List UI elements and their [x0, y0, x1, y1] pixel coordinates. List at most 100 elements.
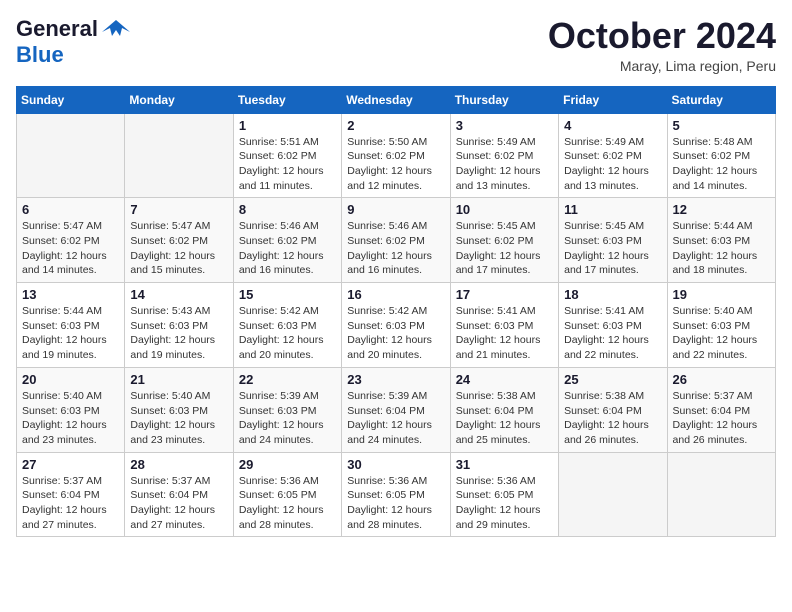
- calendar-cell: 16 Sunrise: 5:42 AMSunset: 6:03 PMDayligh…: [342, 283, 450, 368]
- calendar-cell: 7 Sunrise: 5:47 AMSunset: 6:02 PMDaylight…: [125, 198, 233, 283]
- day-number: 23: [347, 372, 444, 387]
- calendar-cell: 31 Sunrise: 5:36 AMSunset: 6:05 PMDayligh…: [450, 452, 558, 537]
- calendar-cell: 17Sunrise: 5:41 AMSunset: 6:03 PMDayligh…: [450, 283, 558, 368]
- day-number: 12: [673, 202, 770, 217]
- day-info: Sunrise: 5:38 AMSunset: 6:04 PMDaylight:…: [564, 389, 661, 448]
- calendar-cell: 10Sunrise: 5:45 AMSunset: 6:02 PMDayligh…: [450, 198, 558, 283]
- day-number: 21: [130, 372, 227, 387]
- day-number: 27: [22, 457, 119, 472]
- day-info: Sunrise: 5:39 AMSunset: 6:03 PMDaylight:…: [239, 389, 336, 448]
- day-number: 31: [456, 457, 553, 472]
- calendar-cell: 23 Sunrise: 5:39 AMSunset: 6:04 PMDayligh…: [342, 367, 450, 452]
- day-info: Sunrise: 5:37 AMSunset: 6:04 PMDaylight:…: [22, 474, 119, 533]
- calendar-cell: 9 Sunrise: 5:46 AMSunset: 6:02 PMDaylight…: [342, 198, 450, 283]
- calendar-cell: 2 Sunrise: 5:50 AMSunset: 6:02 PMDaylight…: [342, 113, 450, 198]
- day-info: Sunrise: 5:45 AMSunset: 6:03 PMDaylight:…: [564, 219, 661, 278]
- day-number: 19: [673, 287, 770, 302]
- calendar-cell: 1 Sunrise: 5:51 AMSunset: 6:02 PMDaylight…: [233, 113, 341, 198]
- day-info: Sunrise: 5:48 AMSunset: 6:02 PMDaylight:…: [673, 135, 770, 194]
- calendar-week-row: 1 Sunrise: 5:51 AMSunset: 6:02 PMDaylight…: [17, 113, 776, 198]
- weekday-header-friday: Friday: [559, 86, 667, 113]
- page-header: General Blue October 2024 Maray, Lima re…: [16, 16, 776, 74]
- day-number: 9: [347, 202, 444, 217]
- day-info: Sunrise: 5:46 AMSunset: 6:02 PMDaylight:…: [347, 219, 444, 278]
- calendar-cell: 21 Sunrise: 5:40 AMSunset: 6:03 PMDayligh…: [125, 367, 233, 452]
- day-number: 7: [130, 202, 227, 217]
- day-info: Sunrise: 5:43 AMSunset: 6:03 PMDaylight:…: [130, 304, 227, 363]
- day-info: Sunrise: 5:36 AMSunset: 6:05 PMDaylight:…: [239, 474, 336, 533]
- day-info: Sunrise: 5:47 AMSunset: 6:02 PMDaylight:…: [22, 219, 119, 278]
- day-number: 13: [22, 287, 119, 302]
- day-info: Sunrise: 5:42 AMSunset: 6:03 PMDaylight:…: [239, 304, 336, 363]
- calendar-cell: 4Sunrise: 5:49 AMSunset: 6:02 PMDaylight…: [559, 113, 667, 198]
- day-info: Sunrise: 5:42 AMSunset: 6:03 PMDaylight:…: [347, 304, 444, 363]
- day-number: 29: [239, 457, 336, 472]
- day-info: Sunrise: 5:36 AMSunset: 6:05 PMDaylight:…: [347, 474, 444, 533]
- calendar-cell: 8Sunrise: 5:46 AMSunset: 6:02 PMDaylight…: [233, 198, 341, 283]
- calendar-cell: 19 Sunrise: 5:40 AMSunset: 6:03 PMDayligh…: [667, 283, 775, 368]
- day-info: Sunrise: 5:51 AMSunset: 6:02 PMDaylight:…: [239, 135, 336, 194]
- calendar-table: SundayMondayTuesdayWednesdayThursdayFrid…: [16, 86, 776, 538]
- day-info: Sunrise: 5:39 AMSunset: 6:04 PMDaylight:…: [347, 389, 444, 448]
- day-info: Sunrise: 5:44 AMSunset: 6:03 PMDaylight:…: [22, 304, 119, 363]
- day-number: 3: [456, 118, 553, 133]
- logo-bird-icon: [102, 18, 130, 40]
- day-number: 6: [22, 202, 119, 217]
- day-info: Sunrise: 5:37 AMSunset: 6:04 PMDaylight:…: [673, 389, 770, 448]
- calendar-cell: 12Sunrise: 5:44 AMSunset: 6:03 PMDayligh…: [667, 198, 775, 283]
- weekday-header-sunday: Sunday: [17, 86, 125, 113]
- logo-general: General: [16, 16, 98, 42]
- logo-blue: Blue: [16, 42, 64, 67]
- day-info: Sunrise: 5:41 AMSunset: 6:03 PMDaylight:…: [564, 304, 661, 363]
- month-title: October 2024: [548, 16, 776, 56]
- calendar-cell: [125, 113, 233, 198]
- calendar-cell: 20Sunrise: 5:40 AMSunset: 6:03 PMDayligh…: [17, 367, 125, 452]
- day-info: Sunrise: 5:40 AMSunset: 6:03 PMDaylight:…: [130, 389, 227, 448]
- calendar-cell: [667, 452, 775, 537]
- weekday-header-wednesday: Wednesday: [342, 86, 450, 113]
- weekday-header-saturday: Saturday: [667, 86, 775, 113]
- day-number: 1: [239, 118, 336, 133]
- calendar-week-row: 20 Sunrise: 5:40 AMSunset: 6:03 PMDayligh…: [17, 367, 776, 452]
- day-info: Sunrise: 5:37 AMSunset: 6:04 PMDaylight:…: [130, 474, 227, 533]
- weekday-header-monday: Monday: [125, 86, 233, 113]
- calendar-cell: 25 Sunrise: 5:38 AMSunset: 6:04 PMDayligh…: [559, 367, 667, 452]
- calendar-cell: 3Sunrise: 5:49 AMSunset: 6:02 PMDaylight…: [450, 113, 558, 198]
- calendar-cell: 15Sunrise: 5:42 AMSunset: 6:03 PMDayligh…: [233, 283, 341, 368]
- calendar-cell: 29 Sunrise: 5:36 AMSunset: 6:05 PMDayligh…: [233, 452, 341, 537]
- calendar-cell: 5 Sunrise: 5:48 AMSunset: 6:02 PMDaylight…: [667, 113, 775, 198]
- calendar-week-row: 13 Sunrise: 5:44 AMSunset: 6:03 PMDayligh…: [17, 283, 776, 368]
- day-number: 18: [564, 287, 661, 302]
- day-info: Sunrise: 5:41 AMSunset: 6:03 PMDaylight:…: [456, 304, 553, 363]
- calendar-cell: 11 Sunrise: 5:45 AMSunset: 6:03 PMDayligh…: [559, 198, 667, 283]
- calendar-cell: 27 Sunrise: 5:37 AMSunset: 6:04 PMDayligh…: [17, 452, 125, 537]
- day-number: 14: [130, 287, 227, 302]
- calendar-cell: 6 Sunrise: 5:47 AMSunset: 6:02 PMDaylight…: [17, 198, 125, 283]
- logo: General Blue: [16, 16, 130, 68]
- calendar-cell: 14 Sunrise: 5:43 AMSunset: 6:03 PMDayligh…: [125, 283, 233, 368]
- day-number: 16: [347, 287, 444, 302]
- day-number: 2: [347, 118, 444, 133]
- day-number: 25: [564, 372, 661, 387]
- day-info: Sunrise: 5:38 AMSunset: 6:04 PMDaylight:…: [456, 389, 553, 448]
- calendar-cell: 13 Sunrise: 5:44 AMSunset: 6:03 PMDayligh…: [17, 283, 125, 368]
- calendar-cell: [559, 452, 667, 537]
- day-number: 20: [22, 372, 119, 387]
- calendar-cell: [17, 113, 125, 198]
- calendar-cell: 30 Sunrise: 5:36 AMSunset: 6:05 PMDayligh…: [342, 452, 450, 537]
- day-number: 11: [564, 202, 661, 217]
- day-number: 30: [347, 457, 444, 472]
- day-info: Sunrise: 5:40 AMSunset: 6:03 PMDaylight:…: [673, 304, 770, 363]
- day-info: Sunrise: 5:46 AMSunset: 6:02 PMDaylight:…: [239, 219, 336, 278]
- calendar-header-row: SundayMondayTuesdayWednesdayThursdayFrid…: [17, 86, 776, 113]
- day-number: 10: [456, 202, 553, 217]
- day-info: Sunrise: 5:47 AMSunset: 6:02 PMDaylight:…: [130, 219, 227, 278]
- day-info: Sunrise: 5:50 AMSunset: 6:02 PMDaylight:…: [347, 135, 444, 194]
- day-number: 26: [673, 372, 770, 387]
- calendar-cell: 24Sunrise: 5:38 AMSunset: 6:04 PMDayligh…: [450, 367, 558, 452]
- day-info: Sunrise: 5:36 AMSunset: 6:05 PMDaylight:…: [456, 474, 553, 533]
- weekday-header-tuesday: Tuesday: [233, 86, 341, 113]
- day-number: 5: [673, 118, 770, 133]
- calendar-week-row: 6 Sunrise: 5:47 AMSunset: 6:02 PMDaylight…: [17, 198, 776, 283]
- calendar-cell: 28Sunrise: 5:37 AMSunset: 6:04 PMDayligh…: [125, 452, 233, 537]
